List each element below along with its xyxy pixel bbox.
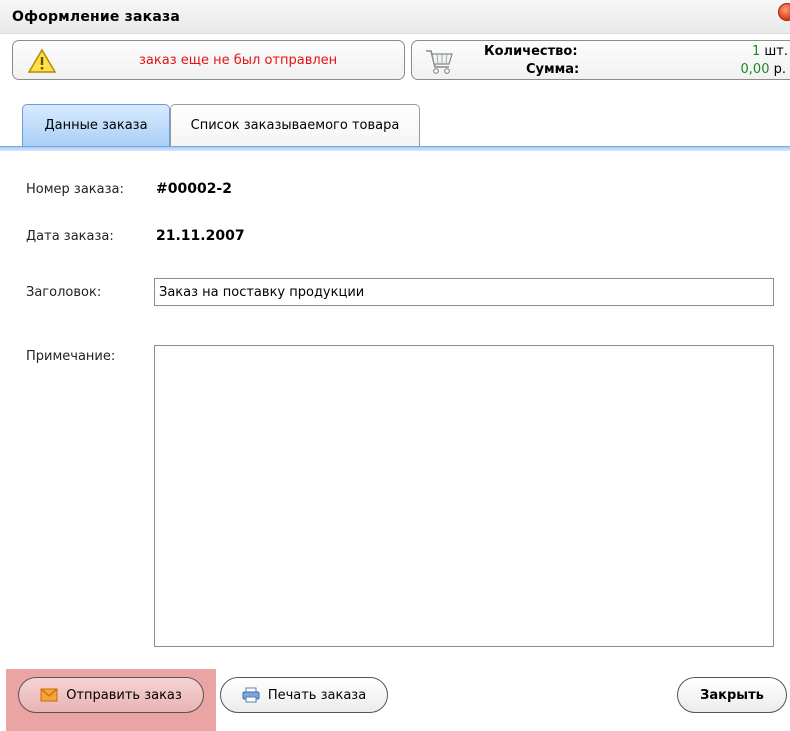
- status-panel: заказ еще не был отправлен: [12, 40, 405, 80]
- print-order-button[interactable]: Печать заказа: [220, 677, 388, 713]
- title-input[interactable]: [154, 278, 774, 306]
- title-bar: Оформление заказа: [0, 0, 790, 34]
- title-label: Заголовок:: [26, 285, 102, 300]
- close-button[interactable]: Закрыть: [677, 677, 787, 713]
- envelope-icon: [40, 688, 58, 702]
- quantity-unit: шт.: [760, 44, 788, 59]
- window-close-icon[interactable]: [778, 3, 790, 21]
- quantity-value: 1 шт.: [752, 44, 788, 59]
- order-number-label: Номер заказа:: [26, 182, 124, 197]
- order-number-value: #00002-2: [156, 181, 232, 197]
- order-date-label: Дата заказа:: [26, 229, 114, 244]
- print-order-label: Печать заказа: [267, 687, 367, 703]
- total-value: 0,00 р.: [741, 62, 786, 77]
- send-order-label: Отправить заказ: [66, 687, 182, 703]
- total-unit: р.: [769, 62, 786, 77]
- notes-textarea[interactable]: [154, 345, 774, 647]
- window-title: Оформление заказа: [12, 9, 180, 25]
- order-window: Оформление заказа заказ еще не был отпра…: [0, 0, 790, 731]
- summary-panel: Количество: 1 шт. Сумма: 0,00 р.: [411, 40, 790, 80]
- order-date-value: 21.11.2007: [156, 228, 245, 244]
- notes-label: Примечание:: [26, 349, 116, 364]
- send-order-button[interactable]: Отправить заказ: [18, 677, 204, 713]
- shopping-cart-icon: [426, 50, 453, 74]
- close-label: Закрыть: [700, 687, 764, 703]
- quantity-label: Количество:: [484, 44, 578, 59]
- tab-divider: [0, 146, 790, 151]
- tab-order-items[interactable]: Список заказываемого товара: [170, 104, 420, 146]
- total-number: 0,00: [740, 62, 770, 77]
- warning-icon: [27, 48, 57, 73]
- tab-order-data[interactable]: Данные заказа: [22, 104, 170, 146]
- printer-icon: [242, 687, 260, 703]
- status-message: заказ еще не был отправлен: [139, 53, 338, 68]
- total-label: Сумма:: [526, 62, 580, 77]
